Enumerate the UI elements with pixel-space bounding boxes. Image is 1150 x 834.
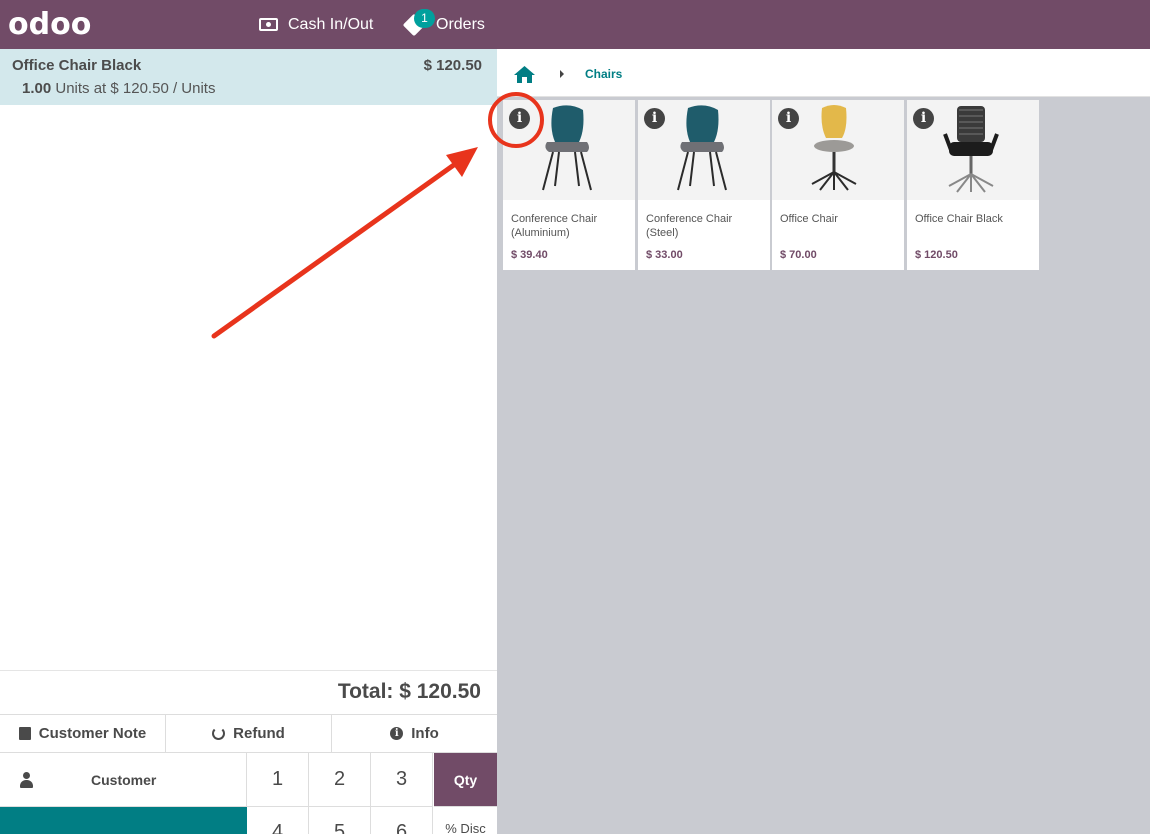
order-total-row: Total: $ 120.50 (0, 670, 497, 714)
order-line-detail: 1.00 Units at $ 120.50 / Units (22, 80, 215, 97)
orders-count-badge: 1 (414, 9, 435, 28)
numpad-key-5[interactable]: 5 (309, 807, 371, 834)
orders-button[interactable]: Orders (402, 0, 485, 49)
product-info-icon[interactable]: i (778, 108, 799, 129)
product-card[interactable]: i Office Chair Black $ 120.50 (907, 100, 1039, 270)
order-actions-bar: Customer Note Refund i Info (0, 714, 497, 753)
undo-icon (212, 727, 226, 740)
cash-in-out-button[interactable]: Cash In/Out (259, 0, 373, 49)
order-line-selected[interactable]: Office Chair Black $ 120.50 1.00 Units a… (0, 49, 497, 105)
order-line-qty: 1.00 (22, 80, 52, 97)
refund-button[interactable]: Refund (166, 715, 332, 752)
product-info-icon[interactable]: i (913, 108, 934, 129)
order-panel: Office Chair Black $ 120.50 1.00 Units a… (0, 49, 497, 834)
payment-button[interactable] (0, 807, 247, 834)
order-total: Total: $ 120.50 (337, 680, 481, 703)
order-line-price: $ 120.50 (423, 57, 482, 74)
numpad: 1 2 3 Qty 4 5 6 % Disc (247, 753, 497, 834)
product-price: $ 120.50 (915, 249, 958, 261)
home-icon[interactable] (513, 65, 536, 84)
orders-label: Orders (436, 15, 485, 33)
customer-note-label: Customer Note (38, 725, 147, 742)
numpad-key-2[interactable]: 2 (309, 753, 371, 807)
product-name: Office Chair (780, 213, 838, 225)
product-card[interactable]: i Conference Chair (Steel) $ 33.00 (638, 100, 770, 270)
numpad-key-1[interactable]: 1 (247, 753, 309, 807)
product-price: $ 33.00 (646, 249, 683, 261)
refund-label: Refund (233, 725, 285, 742)
breadcrumb-caret-icon (560, 70, 564, 78)
customer-label: Customer (91, 772, 157, 788)
product-info-icon[interactable]: i (509, 108, 530, 129)
top-navbar: odoo Cash In/Out Orders 1 (0, 0, 1150, 49)
order-line-unit-info: Units at $ 120.50 / Units (55, 80, 216, 97)
cash-icon (259, 18, 278, 31)
cash-in-out-label: Cash In/Out (288, 15, 374, 33)
note-icon (18, 727, 31, 740)
product-name: Conference Chair (Aluminium) (511, 213, 598, 239)
customer-note-button[interactable]: Customer Note (0, 715, 166, 752)
product-name: Office Chair Black (915, 213, 1003, 225)
product-screen: Chairs i Conference Chair (Aluminium) $ … (497, 49, 1150, 834)
product-name: Conference Chair (Steel) (646, 213, 733, 239)
user-icon (20, 772, 33, 788)
info-label: Info (411, 725, 439, 742)
numpad-key-4[interactable]: 4 (247, 807, 309, 834)
odoo-logo: odoo (8, 6, 92, 42)
breadcrumb-category[interactable]: Chairs (585, 67, 622, 81)
numpad-qty-mode[interactable]: Qty (434, 753, 497, 807)
info-icon: i (390, 727, 404, 740)
numpad-disc-mode[interactable]: % Disc (434, 807, 497, 834)
product-card[interactable]: i Office Chair $ 70.00 (772, 100, 904, 270)
product-price: $ 39.40 (511, 249, 548, 261)
order-line-name: Office Chair Black (12, 57, 142, 74)
info-button[interactable]: i Info (332, 715, 497, 752)
product-price: $ 70.00 (780, 249, 817, 261)
numpad-key-6[interactable]: 6 (371, 807, 433, 834)
numpad-key-3[interactable]: 3 (371, 753, 433, 807)
product-info-icon[interactable]: i (644, 108, 665, 129)
customer-button[interactable]: Customer (0, 753, 247, 807)
product-card[interactable]: i Conference Chair (Aluminium) $ 39.40 (503, 100, 635, 270)
breadcrumb: Chairs (497, 49, 1150, 97)
